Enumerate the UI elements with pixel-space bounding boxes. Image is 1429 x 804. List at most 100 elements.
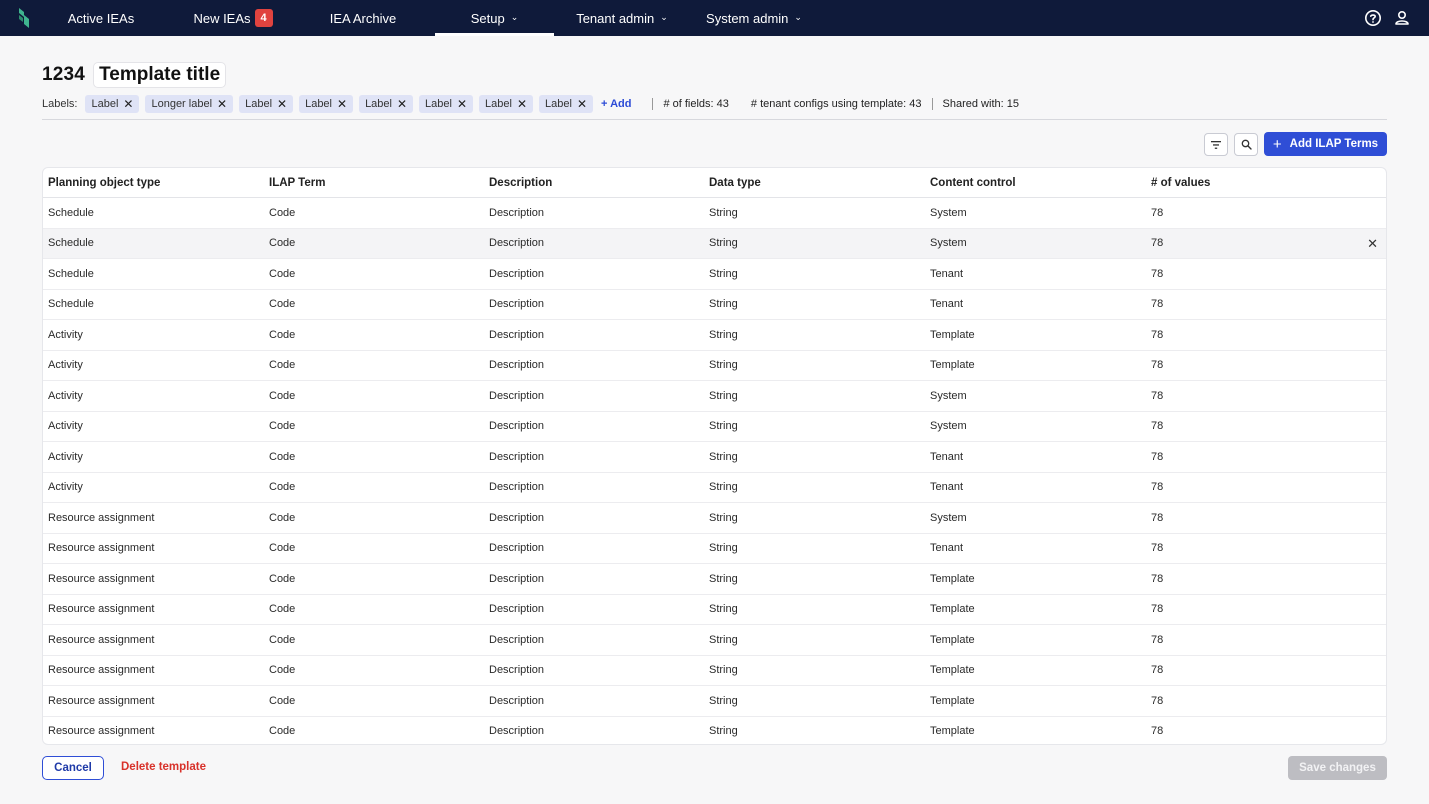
column-header[interactable]: Description [484,177,704,189]
label-chip: Longer label ✕ [145,95,234,113]
label-chip-text: Label [91,98,119,110]
header-divider [42,119,1387,120]
content-control-cell: Template [930,694,975,707]
data-type-cell: String [709,267,738,280]
close-icon[interactable]: ✕ [577,98,587,110]
close-icon[interactable]: ✕ [517,98,527,110]
table-row[interactable]: Activity Code Description String System 78 [43,412,1386,442]
table-row[interactable]: Resource assignment Code Description String… [43,564,1386,595]
ilap-term-cell: Code [269,664,296,677]
data-type-cell: String [709,298,738,311]
data-type-cell: String [709,603,738,616]
nav-label: New IEAs [193,10,251,26]
description-cell: Description [489,450,545,463]
top-nav: Active IEAs New IEAs 4 IEA Archive Setup… [0,0,1429,36]
close-icon[interactable]: ✕ [397,98,407,110]
add-label-link[interactable]: + Add [601,98,631,110]
description-cell: Description [489,298,545,311]
description-cell: Description [489,511,545,524]
logo-icon[interactable] [16,7,32,29]
table-row[interactable]: Activity Code Description String Template 78 [43,351,1386,381]
label-chip-text: Label [305,98,332,110]
data-type-cell: String [709,389,738,402]
nav-new-ieas[interactable]: New IEAs 4 [186,0,280,36]
template-title-input[interactable]: Template title [93,62,227,88]
chevron-down-icon: ⌄ [794,11,802,22]
description-cell: Description [489,633,545,646]
description-cell: Description [489,542,545,555]
delete-template-button[interactable]: Delete template [121,761,206,773]
add-ilap-terms-label: Add ILAP Terms [1289,138,1379,150]
data-type-cell: String [709,572,738,585]
table-row[interactable]: Schedule Code Description String System 78 [43,198,1386,229]
table-row[interactable]: Resource assignment Code Description String… [43,656,1386,686]
table-row[interactable]: Resource assignment Code Description String… [43,503,1386,534]
filter-button[interactable] [1204,133,1228,156]
table-row[interactable]: Resource assignment Code Description String… [43,717,1386,745]
nav-system-admin[interactable]: System admin ⌄ [696,0,812,36]
labels-row: Labels: Label ✕ Longer label ✕ Label ✕ Labe… [42,95,1019,113]
ilap-term-cell: Code [269,237,296,250]
data-type-cell: String [709,237,738,250]
user-icon[interactable] [1393,9,1411,27]
planning-object-type-cell: Resource assignment [48,694,155,707]
table-row[interactable]: Activity Code Description String Tenant 78 [43,442,1386,473]
table-row[interactable]: Activity Code Description String Tenant 78 [43,473,1386,503]
column-header[interactable]: Planning object type [43,177,264,189]
ilap-term-cell: Code [269,389,296,402]
table-row[interactable]: Resource assignment Code Description String… [43,595,1386,625]
value-count-cell: 78 [1151,420,1164,433]
search-button[interactable] [1234,133,1258,156]
content-control-cell: Tenant [930,542,964,555]
content-control-cell: Template [930,328,975,341]
nav-setup[interactable]: Setup ⌄ [435,0,554,36]
table-row[interactable]: Activity Code Description String System 78 [43,381,1386,412]
column-header[interactable]: Data type [704,177,925,189]
column-header[interactable]: ILAP Term [264,177,484,189]
value-count-cell: 78 [1151,450,1164,463]
content-control-cell: System [930,389,967,402]
close-icon[interactable]: ✕ [277,98,287,110]
add-ilap-terms-button[interactable]: + Add ILAP Terms [1264,132,1387,156]
close-icon[interactable]: ✕ [1367,237,1378,250]
description-cell: Description [489,328,545,341]
value-count-cell: 78 [1151,511,1164,524]
template-header: 1234 Template title [42,62,227,88]
separator [931,98,933,110]
save-changes-button[interactable]: Save changes [1288,756,1387,780]
nav-active-ieas[interactable]: Active IEAs [56,0,146,36]
label-chip: Label ✕ [359,95,414,113]
content-control-cell: System [930,237,967,250]
separator [652,98,654,110]
value-count-cell: 78 [1151,603,1164,616]
table-row[interactable]: Schedule Code Description String System 78 ✕ [43,228,1386,259]
planning-object-type-cell: Schedule [48,298,94,311]
close-icon[interactable]: ✕ [123,98,133,110]
label-chip-text: Label [245,98,273,110]
column-header[interactable]: # of values [1146,177,1366,189]
close-icon[interactable]: ✕ [337,98,347,110]
nav-tenant-admin[interactable]: Tenant admin ⌄ [566,0,678,36]
value-count-cell: 78 [1151,206,1164,219]
table-row[interactable]: Schedule Code Description String Tenant 78 [43,259,1386,290]
ilap-term-cell: Code [269,450,296,463]
cancel-button[interactable]: Cancel [42,756,104,780]
close-icon[interactable]: ✕ [457,98,467,110]
plus-icon: + [1272,135,1282,153]
data-type-cell: String [709,664,738,677]
table-row[interactable]: Resource assignment Code Description String… [43,686,1386,717]
help-icon[interactable] [1364,9,1382,27]
table-row[interactable]: Activity Code Description String Template 78 [43,320,1386,351]
nav-iea-archive[interactable]: IEA Archive [316,0,410,36]
column-header[interactable]: Content control [925,177,1146,189]
planning-object-type-cell: Resource assignment [48,725,155,738]
value-count-cell: 78 [1151,664,1164,677]
nav-label: Active IEAs [67,10,135,26]
table-row[interactable]: Schedule Code Description String Tenant 78 [43,290,1386,320]
table-row[interactable]: Resource assignment Code Description String… [43,534,1386,564]
close-icon[interactable]: ✕ [217,98,227,110]
planning-object-type-cell: Activity [48,420,83,433]
data-type-cell: String [709,328,738,341]
description-cell: Description [489,572,545,585]
table-row[interactable]: Resource assignment Code Description String… [43,625,1386,656]
